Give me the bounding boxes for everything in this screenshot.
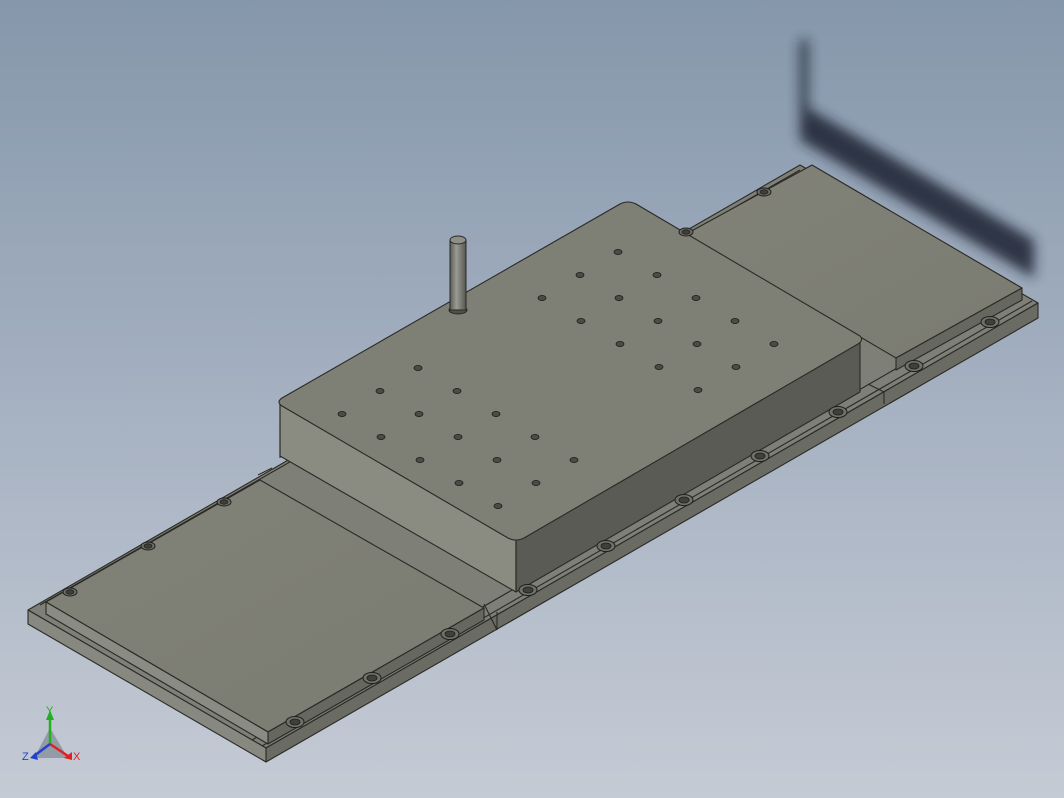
tapped-hole	[691, 294, 701, 301]
tapped-hole	[375, 387, 385, 394]
model-scene[interactable]: X Y Z	[0, 0, 1064, 798]
counterbore-inner	[522, 586, 534, 594]
tapped-hole	[614, 294, 624, 301]
counterbore-inner	[143, 543, 153, 549]
x-axis-label: X	[73, 751, 81, 763]
tapped-hole	[576, 317, 586, 324]
counterbore-inner	[908, 362, 920, 370]
tapped-hole	[492, 456, 502, 463]
tapped-hole	[452, 387, 462, 394]
tapped-hole	[575, 271, 585, 278]
counterbore-inner	[600, 542, 612, 550]
tapped-hole	[414, 410, 424, 417]
tapped-hole	[376, 433, 386, 440]
tapped-hole	[652, 271, 662, 278]
tapped-hole	[654, 363, 664, 370]
tapped-hole	[653, 317, 663, 324]
counterbore-inner	[366, 674, 378, 682]
tapped-hole	[530, 433, 540, 440]
z-axis-label: Z	[22, 751, 29, 763]
counterbore-inner	[759, 189, 769, 195]
counterbore-inner	[984, 318, 996, 326]
y-axis-label: Y	[46, 705, 54, 717]
cad-viewport[interactable]: X Y Z	[0, 0, 1064, 798]
tapped-hole	[454, 479, 464, 486]
tapped-hole	[569, 456, 579, 463]
tapped-hole	[537, 294, 547, 301]
counterbore-inner	[832, 408, 844, 416]
tapped-hole	[493, 502, 503, 509]
tapped-hole	[491, 410, 501, 417]
counterbore-inner	[289, 718, 301, 726]
counterbore-inner	[678, 496, 690, 504]
tapped-hole	[531, 479, 541, 486]
counterbore-inner	[65, 589, 75, 595]
tapped-hole	[615, 340, 625, 347]
tapped-hole	[769, 340, 779, 347]
counterbore-inner	[681, 229, 691, 235]
orientation-triad[interactable]: X Y Z	[22, 705, 81, 763]
dowel-pin[interactable]	[448, 235, 468, 315]
tapped-hole	[453, 433, 463, 440]
tapped-hole	[337, 410, 347, 417]
counterbore-inner	[219, 499, 229, 505]
tapped-hole	[413, 364, 423, 371]
tapped-hole	[692, 340, 702, 347]
counterbore-inner	[444, 630, 456, 638]
tapped-hole	[415, 456, 425, 463]
tapped-hole	[730, 317, 740, 324]
counterbore-inner	[754, 452, 766, 460]
tapped-hole	[693, 386, 703, 393]
tapped-hole	[731, 363, 741, 370]
tapped-hole	[613, 248, 623, 255]
